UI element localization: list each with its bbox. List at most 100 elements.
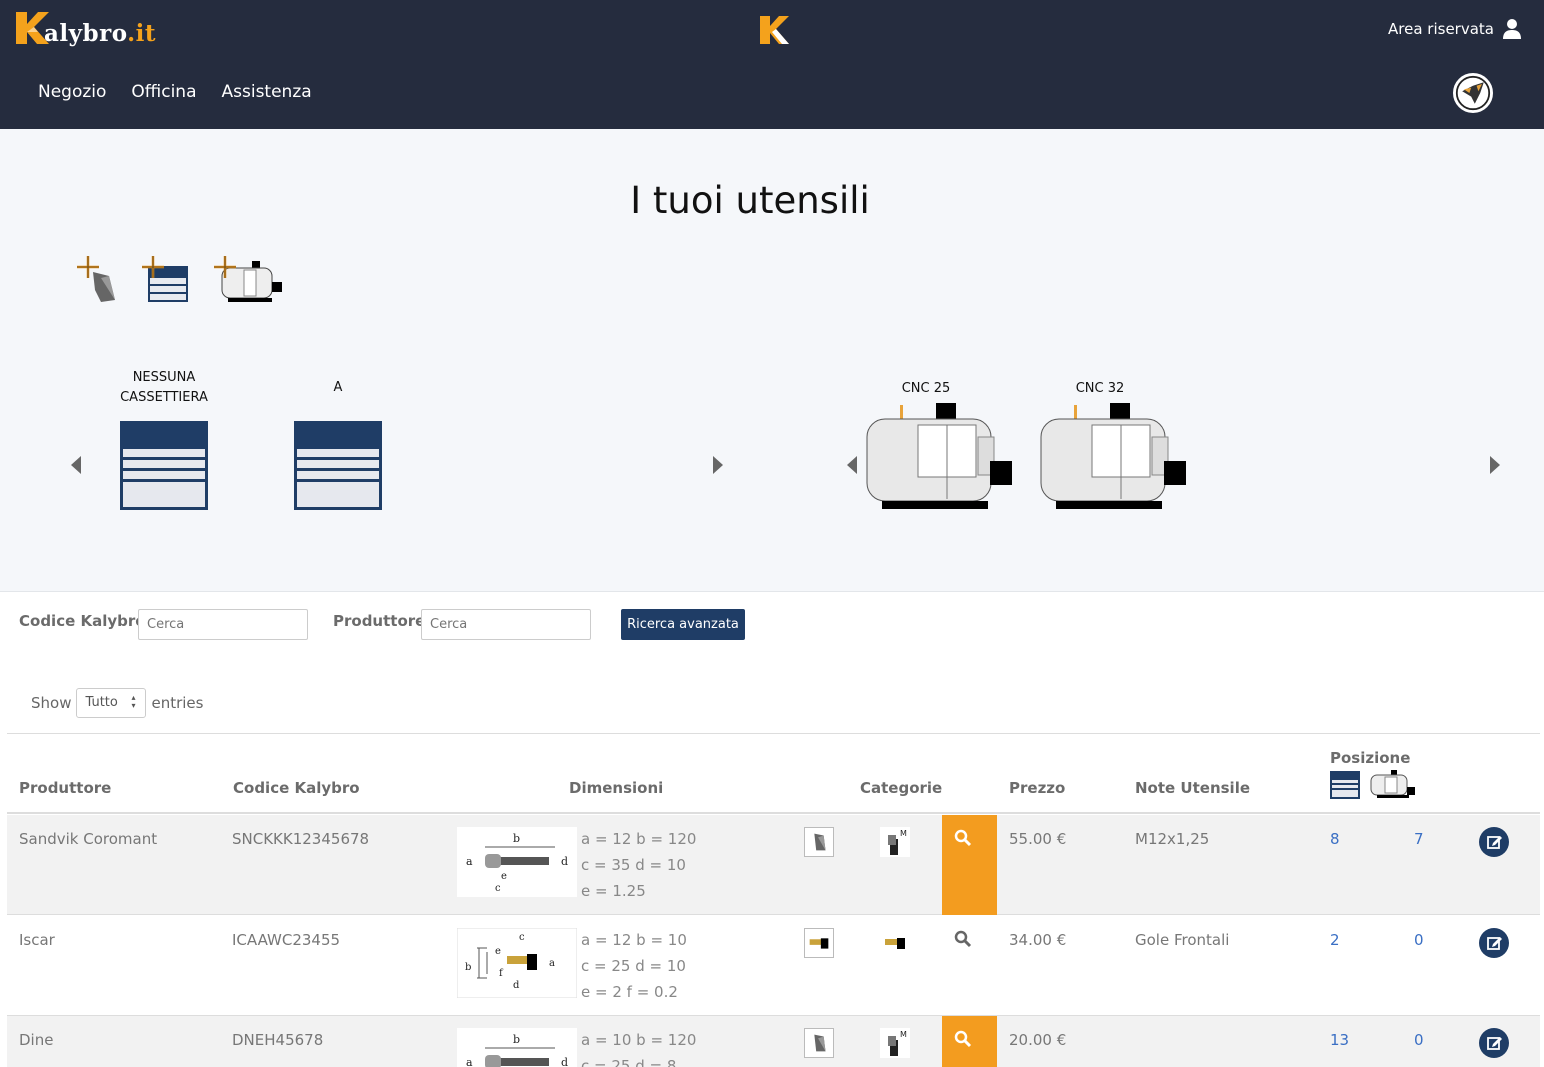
svg-text:b: b: [513, 832, 520, 845]
edit-icon: [1487, 1037, 1502, 1050]
search-cell[interactable]: [942, 815, 997, 915]
svg-text:d: d: [561, 1056, 568, 1067]
search-icon[interactable]: [954, 930, 972, 948]
add-machine-icon[interactable]: [212, 254, 284, 304]
insert-category-icon[interactable]: [804, 827, 834, 857]
dimension-line: a = 10 b = 120: [581, 1031, 697, 1049]
cell-dimensions: a = 12 b = 120 c = 35 d = 10 e = 1.25: [581, 826, 696, 904]
code-search-input[interactable]: [138, 609, 308, 640]
cell-producer: Sandvik Coromant: [19, 830, 158, 848]
cell-dimensions: a = 10 b = 120 c = 25 d = 8: [581, 1027, 696, 1067]
svg-text:e: e: [495, 946, 501, 957]
position-machine-link[interactable]: 0: [1414, 931, 1424, 949]
cell-code: ICAAWC23455: [232, 931, 341, 949]
nav-assistenza[interactable]: Assistenza: [222, 82, 312, 102]
machines-prev-arrow[interactable]: [847, 456, 857, 474]
machine-label-cnc25: CNC 25: [901, 381, 951, 396]
search-cell[interactable]: [942, 916, 997, 1016]
search-cell[interactable]: [942, 1016, 997, 1067]
edit-button[interactable]: [1479, 827, 1509, 857]
area-riservata-link[interactable]: Area riservata: [1388, 18, 1522, 40]
drawers-next-arrow[interactable]: [713, 456, 723, 474]
edit-button[interactable]: [1479, 1028, 1509, 1058]
table-row: Sandvik Coromant SNCKKK12345678 b a d e …: [7, 815, 1540, 915]
main-nav: Negozio Officina Assistenza: [38, 82, 312, 102]
producer-search-input[interactable]: [421, 609, 591, 640]
table-row: Iscar ICAAWC23455 c e b f a d a = 12 b =…: [7, 916, 1540, 1016]
header-position[interactable]: Posizione: [1330, 749, 1410, 767]
entries-length-control: Show Tutto entries: [31, 688, 203, 718]
position-drawer-link[interactable]: 2: [1330, 931, 1340, 949]
position-machine-link[interactable]: 0: [1414, 1031, 1424, 1049]
kalybro-logo[interactable]: alybro.it: [14, 10, 174, 50]
center-k-logo-icon[interactable]: [758, 14, 790, 46]
grooving-category-icon[interactable]: [880, 928, 910, 958]
cell-price: 20.00 €: [1009, 1031, 1067, 1049]
entries-select[interactable]: Tutto: [76, 688, 147, 718]
machine-tile-cnc32[interactable]: [1040, 401, 1190, 511]
grooving-insert-category-icon[interactable]: [804, 928, 834, 958]
dimension-drawing-grooving: c e b f a d: [457, 928, 577, 998]
page-title: I tuoi utensili: [630, 179, 870, 222]
edit-icon: [1487, 836, 1502, 849]
machine-label-cnc32: CNC 32: [1075, 381, 1125, 396]
code-filter-label: Codice Kalybro: [19, 612, 146, 630]
svg-text:d: d: [561, 855, 568, 868]
header-code[interactable]: Codice Kalybro: [233, 779, 360, 797]
svg-text:b: b: [513, 1033, 520, 1046]
entries-label: entries: [151, 694, 204, 712]
milling-category-icon[interactable]: M: [880, 827, 910, 857]
milling-category-icon[interactable]: M: [880, 1028, 910, 1058]
dimension-line: c = 35 d = 10: [581, 856, 686, 874]
dimension-line: a = 12 b = 120: [581, 830, 697, 848]
brand-name: alybro.it: [44, 20, 157, 47]
position-machine-icon: [1370, 770, 1415, 798]
drawer-label-nessuna: NESSUNA CASSETTIERA: [108, 368, 220, 408]
drawer-tile-nessuna[interactable]: [120, 421, 208, 510]
svg-text:a: a: [466, 855, 473, 868]
producer-filter-label: Produttore: [333, 612, 426, 630]
svg-text:c: c: [495, 883, 501, 894]
svg-text:a: a: [549, 958, 555, 969]
svg-text:b: b: [465, 962, 471, 973]
header-dimensions[interactable]: Dimensioni: [569, 779, 663, 797]
drawer-label-line1: NESSUNA: [132, 370, 196, 385]
dimension-line: a = 12 b = 10: [581, 931, 687, 949]
table-row: Dine DNEH45678 b a d a = 10 b = 120 c = …: [7, 1016, 1540, 1067]
nav-officina[interactable]: Officina: [131, 82, 196, 102]
svg-text:d: d: [513, 980, 520, 991]
dimension-line: e = 1.25: [581, 882, 646, 900]
drawers-prev-arrow[interactable]: [71, 456, 81, 474]
cell-producer: Iscar: [19, 931, 55, 949]
header-producer[interactable]: Produttore: [19, 779, 111, 797]
header-categories[interactable]: Categorie: [860, 779, 942, 797]
position-drawer-link[interactable]: 8: [1330, 830, 1340, 848]
search-icon[interactable]: [954, 829, 972, 847]
edit-button[interactable]: [1479, 928, 1509, 958]
svg-text:M: M: [900, 1030, 907, 1039]
drawer-label-a: A: [333, 380, 343, 395]
machine-tile-cnc25[interactable]: [866, 401, 1016, 511]
drawer-tile-a[interactable]: [294, 421, 382, 510]
header-notes[interactable]: Note Utensile: [1135, 779, 1250, 797]
advanced-search-button[interactable]: Ricerca avanzata: [621, 609, 745, 640]
cell-notes: Gole Frontali: [1135, 931, 1230, 949]
top-navbar: alybro.it Area riservata Negozio Officin…: [0, 0, 1544, 129]
area-riservata-label: Area riservata: [1388, 20, 1494, 38]
machines-next-arrow[interactable]: [1490, 456, 1500, 474]
header-price[interactable]: Prezzo: [1009, 779, 1065, 797]
insert-category-icon[interactable]: [804, 1028, 834, 1058]
edit-icon: [1487, 937, 1502, 950]
search-icon[interactable]: [954, 1030, 972, 1048]
position-drawer-link[interactable]: 13: [1330, 1031, 1349, 1049]
svg-text:e: e: [501, 871, 507, 882]
svg-text:M: M: [900, 829, 907, 838]
tools-hero: I tuoi utensili NESSUNA CASSETTIERA A CN…: [0, 129, 1544, 592]
add-drawer-icon[interactable]: [138, 254, 190, 304]
nav-negozio[interactable]: Negozio: [38, 82, 106, 102]
add-tool-icon[interactable]: [75, 254, 117, 304]
profile-avatar-icon[interactable]: [1453, 73, 1493, 113]
position-machine-link[interactable]: 7: [1414, 830, 1424, 848]
cell-dimensions: a = 12 b = 10 c = 25 d = 10 e = 2 f = 0.…: [581, 927, 687, 1005]
table-header-divider: [7, 812, 1540, 814]
